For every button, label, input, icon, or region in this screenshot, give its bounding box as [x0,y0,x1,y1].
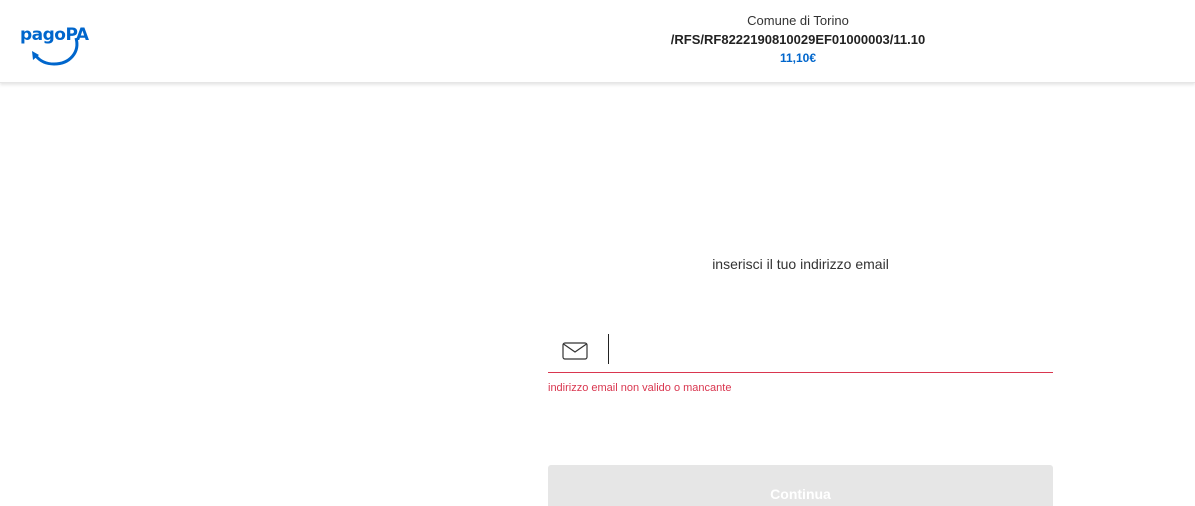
payment-amount: 11,10€ [779,51,817,65]
header: pagoPA Comune di Torino /RFS/RF822219081… [0,0,1195,83]
continue-button[interactable]: Continua [548,465,1053,506]
envelope-icon [562,342,588,360]
email-input[interactable] [606,334,1046,364]
logo-arc-icon [32,37,79,66]
pagopa-logo: pagoPA [18,26,89,68]
email-error-message: indirizzo email non valido o mancante [548,382,732,394]
payee-name: Comune di Torino [747,13,849,28]
email-prompt: inserisci il tuo indirizzo email [712,256,889,272]
email-field [548,330,1053,373]
payment-info: Comune di Torino /RFS/RF8222190810029EF0… [548,11,1048,68]
notice-code: /RFS/RF8222190810029EF01000003/11.10 [670,32,926,47]
